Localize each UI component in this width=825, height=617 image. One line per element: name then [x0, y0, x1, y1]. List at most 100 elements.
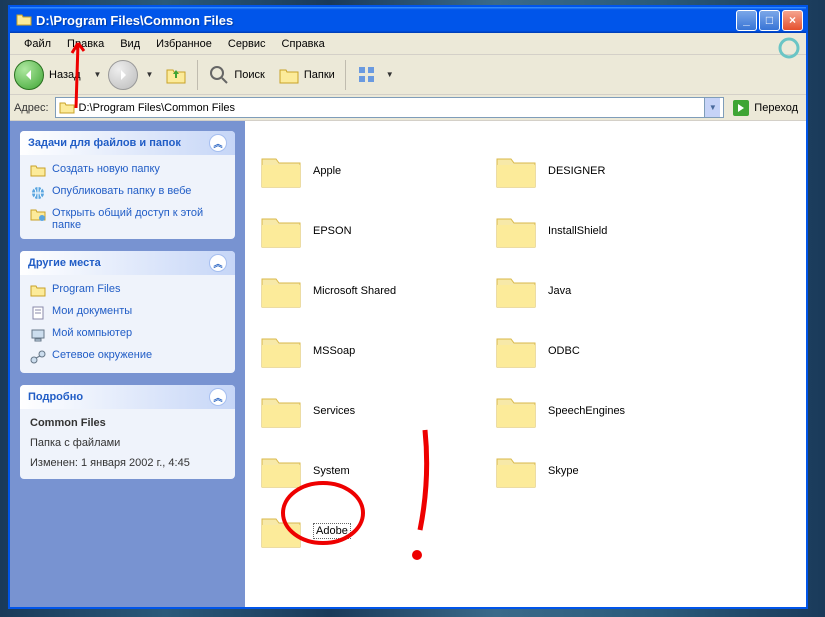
- folder-name: Apple: [313, 165, 341, 177]
- details-name: Common Files: [30, 417, 225, 429]
- folder-item[interactable]: ODBC: [490, 321, 725, 381]
- details-type: Папка с файлами: [30, 437, 225, 449]
- details-header[interactable]: Подробно ︽: [20, 385, 235, 409]
- minimize-button[interactable]: _: [736, 10, 757, 31]
- chevron-up-icon: ︽: [209, 254, 227, 272]
- arrow-right-icon: [115, 67, 131, 83]
- folder-name: SpeechEngines: [548, 405, 625, 417]
- go-button[interactable]: Переход: [728, 99, 802, 117]
- network-icon: [30, 349, 46, 365]
- back-button[interactable]: [14, 60, 44, 90]
- chevron-up-icon: ︽: [209, 388, 227, 406]
- tasks-panel: Задачи для файлов и папок ︽ Создать нову…: [20, 131, 235, 239]
- explorer-window: D:\Program Files\Common Files _ □ × Файл…: [8, 5, 808, 609]
- folder-item[interactable]: DESIGNER: [490, 141, 725, 201]
- forward-dropdown[interactable]: ▼: [141, 70, 157, 79]
- folder-icon: [494, 211, 538, 251]
- folder-item[interactable]: Adobe: [255, 501, 490, 561]
- folder-icon: [16, 12, 32, 28]
- folder-item[interactable]: Java: [490, 261, 725, 321]
- menubar: Файл Правка Вид Избранное Сервис Справка: [10, 33, 806, 55]
- folder-icon: [59, 100, 75, 116]
- folder-icon: [494, 151, 538, 191]
- address-dropdown[interactable]: ▼: [704, 98, 720, 117]
- folder-name: Adobe: [313, 523, 351, 539]
- maximize-button[interactable]: □: [759, 10, 780, 31]
- folder-icon: [30, 283, 46, 299]
- folder-icon: [494, 331, 538, 371]
- folders-button[interactable]: Папки: [273, 62, 340, 88]
- menu-tools[interactable]: Сервис: [220, 36, 274, 52]
- sidebar: Задачи для файлов и папок ︽ Создать нову…: [10, 121, 245, 607]
- computer-icon: [30, 327, 46, 343]
- folder-icon: [494, 271, 538, 311]
- folder-item[interactable]: SpeechEngines: [490, 381, 725, 441]
- task-publish[interactable]: Опубликовать папку в вебе: [30, 185, 225, 201]
- folder-item[interactable]: MSSoap: [255, 321, 490, 381]
- folder-icon: [259, 271, 303, 311]
- address-input[interactable]: [79, 102, 701, 114]
- globe-icon: [30, 185, 46, 201]
- menu-file[interactable]: Файл: [16, 36, 59, 52]
- folder-item[interactable]: System: [255, 441, 490, 501]
- task-new-folder[interactable]: Создать новую папку: [30, 163, 225, 179]
- views-icon: [356, 64, 378, 86]
- folder-name: Microsoft Shared: [313, 285, 396, 297]
- folder-item[interactable]: EPSON: [255, 201, 490, 261]
- titlebar[interactable]: D:\Program Files\Common Files _ □ ×: [10, 7, 806, 33]
- places-header[interactable]: Другие места ︽: [20, 251, 235, 275]
- details-panel: Подробно ︽ Common Files Папка с файлами …: [20, 385, 235, 479]
- folder-name: EPSON: [313, 225, 352, 237]
- menu-favorites[interactable]: Избранное: [148, 36, 220, 52]
- folder-icon: [259, 151, 303, 191]
- folder-name: Java: [548, 285, 571, 297]
- views-button[interactable]: ▼: [351, 62, 403, 88]
- folder-list[interactable]: Apple DESIGNER EPSON InstallShield Microsoft…: [245, 121, 806, 607]
- chevron-up-icon: ︽: [209, 134, 227, 152]
- back-label: Назад: [49, 69, 81, 81]
- folder-item[interactable]: Microsoft Shared: [255, 261, 490, 321]
- place-my-computer[interactable]: Мой компьютер: [30, 327, 225, 343]
- folder-icon: [494, 451, 538, 491]
- folders-icon: [278, 64, 300, 86]
- menu-help[interactable]: Справка: [274, 36, 333, 52]
- folder-name: DESIGNER: [548, 165, 605, 177]
- go-icon: [732, 99, 750, 117]
- place-program-files[interactable]: Program Files: [30, 283, 225, 299]
- address-box[interactable]: ▼: [55, 97, 725, 118]
- folder-up-icon: [165, 64, 187, 86]
- new-folder-icon: [30, 163, 46, 179]
- folder-item[interactable]: Skype: [490, 441, 725, 501]
- up-button[interactable]: [160, 62, 192, 88]
- folder-icon: [259, 331, 303, 371]
- folder-item[interactable]: Apple: [255, 141, 490, 201]
- folder-icon: [259, 211, 303, 251]
- place-my-documents[interactable]: Мои документы: [30, 305, 225, 321]
- folder-item[interactable]: InstallShield: [490, 201, 725, 261]
- window-title: D:\Program Files\Common Files: [36, 13, 734, 28]
- menu-edit[interactable]: Правка: [59, 36, 112, 52]
- close-button[interactable]: ×: [782, 10, 803, 31]
- task-share[interactable]: Открыть общий доступ к этой папке: [30, 207, 225, 231]
- tasks-header[interactable]: Задачи для файлов и папок ︽: [20, 131, 235, 155]
- place-network[interactable]: Сетевое окружение: [30, 349, 225, 365]
- details-modified: Изменен: 1 января 2002 г., 4:45: [30, 457, 225, 469]
- folder-item[interactable]: Services: [255, 381, 490, 441]
- folder-name: MSSoap: [313, 345, 355, 357]
- toolbar: Назад ▼ ▼ Поиск Папки ▼: [10, 55, 806, 95]
- menu-view[interactable]: Вид: [112, 36, 148, 52]
- forward-button[interactable]: [108, 60, 138, 90]
- arrow-left-icon: [21, 67, 37, 83]
- folder-icon: [259, 391, 303, 431]
- places-panel: Другие места ︽ Program Files Мои докумен…: [20, 251, 235, 373]
- windows-logo-icon: [778, 37, 800, 59]
- share-icon: [30, 207, 46, 223]
- folder-icon: [259, 511, 303, 551]
- search-icon: [208, 64, 230, 86]
- folder-name: Services: [313, 405, 355, 417]
- address-label: Адрес:: [14, 102, 49, 114]
- search-button[interactable]: Поиск: [203, 62, 269, 88]
- back-dropdown[interactable]: ▼: [90, 70, 106, 79]
- folder-name: Skype: [548, 465, 579, 477]
- folder-name: ODBC: [548, 345, 580, 357]
